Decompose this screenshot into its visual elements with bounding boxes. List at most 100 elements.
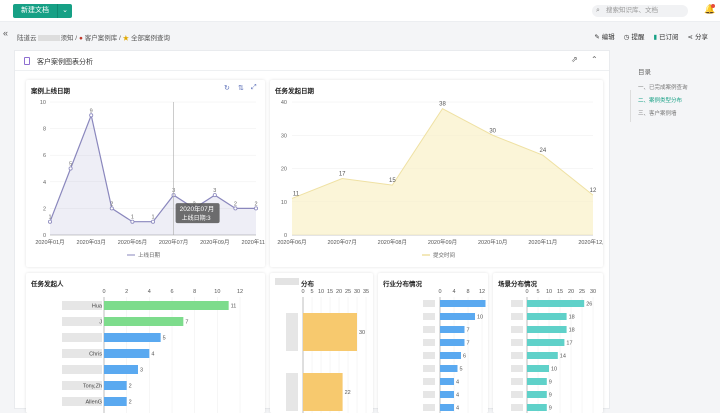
search-input[interactable]: ⌕ 搜索知识库、文档: [592, 5, 688, 17]
bar-value: 26: [586, 302, 592, 308]
bar-chart-scenario[interactable]: 0 5 10 15 20 25 30261818171410999: [493, 273, 603, 413]
bar: [303, 313, 357, 351]
bar: [440, 378, 454, 385]
bar: [104, 301, 229, 310]
new-doc-button[interactable]: 新建文档 ⌄: [13, 4, 72, 18]
share-button[interactable]: ⋖ 分享: [688, 31, 708, 41]
bar: [440, 300, 486, 307]
bar-value: 9: [549, 380, 552, 386]
search-placeholder: 搜索知识库、文档: [606, 7, 658, 14]
redacted-text: [37, 35, 60, 42]
data-label: 5: [69, 162, 72, 168]
x-tick-label: 2: [125, 289, 128, 295]
bar-value: 22: [345, 390, 351, 396]
x-tick-label: 10: [318, 289, 324, 295]
x-tick-label: 2020年07月: [159, 238, 188, 246]
x-tick-label: 2020年10月: [478, 238, 507, 246]
bar-value: 5: [460, 367, 463, 373]
bar: [527, 378, 547, 385]
bar-value: 10: [477, 315, 483, 321]
x-tick-label: 8: [193, 289, 196, 295]
bell-icon[interactable]: 🔔: [704, 4, 716, 17]
bar: [440, 313, 475, 320]
search-icon: ⌕: [596, 7, 600, 14]
x-tick-label: 2020年11月: [242, 238, 265, 246]
bar: [104, 365, 138, 374]
bar-value: 10: [551, 367, 557, 373]
redacted-label: [511, 326, 523, 333]
breadcrumb-item-1[interactable]: 须知 /: [61, 35, 78, 42]
chart-card-initiator: 任务发起人 0 2 4 6 8 10 12 11 Hua 7 J 5 4 Chris 3 2 Tony,Zh 2 A…: [26, 273, 265, 413]
bar: [527, 326, 567, 333]
section-title: 客户案例图表分析: [37, 59, 93, 66]
edit-button[interactable]: ✎ 编辑: [594, 31, 614, 41]
bar: [104, 333, 161, 342]
toc-item[interactable]: 三、客户案例墙: [638, 109, 677, 117]
breadcrumb: 陆道云 须知 / ● 客户案例库 / ★ 全部案例查询: [17, 32, 170, 42]
bar: [527, 365, 549, 372]
bar: [440, 404, 454, 411]
bar-chart-distribution[interactable]: 0 5 10 15 20 25 30 353022: [270, 273, 373, 413]
toc-item-active[interactable]: 二、案例类型分布: [638, 96, 682, 104]
bar: [303, 373, 343, 411]
bar-chart-industry[interactable]: 0481213107765444: [378, 273, 488, 413]
breadcrumb-item-2[interactable]: 客户案例库 /: [85, 35, 121, 42]
redacted-label: [511, 391, 523, 398]
x-tick-label: 2020年05月: [118, 238, 147, 246]
chevron-down-icon[interactable]: ⌄: [58, 4, 72, 18]
line-chart[interactable]: 0 2 4 6 8 10 2020年01月 2020年03月 2020年05月 2020年07月 2…: [26, 80, 265, 267]
data-label: 11: [293, 191, 300, 197]
redacted-label: [62, 365, 102, 374]
y-tick-label: 2: [43, 206, 46, 212]
redacted-label: [511, 313, 523, 320]
y-tick-label: 40: [281, 100, 287, 106]
redacted-label: [423, 391, 435, 398]
chart-card-task-date: 任务发起日期 0 10 20 30 40 2020年06月 2020年07月 2020年08月…: [270, 80, 603, 267]
data-label: 3: [213, 188, 216, 194]
y-tick-label: 8: [43, 127, 46, 133]
chart-section: 客户案例图表分析 ⇗ ⌃ 案例上线日期 ↻ ⇅ ⤢ 0 2 4 6 8 10 2020年01…: [14, 50, 610, 413]
area-chart[interactable]: 0 10 20 30 40 2020年06月 2020年07月 2020年08月 2020年09…: [270, 80, 603, 267]
chart-card-scenario: 场景分布情况 0 5 10 15 20 25 30 26 18 18 17 14 10 9 9 9: [493, 273, 603, 413]
breadcrumb-bar: « 陆道云 须知 / ● 客户案例库 / ★ 全部案例查询 ✎ 编辑 ◷ 提醒 ▮ 已订…: [0, 28, 720, 46]
new-doc-label[interactable]: 新建文档: [13, 4, 58, 18]
bar-value: 9: [549, 393, 552, 399]
toc-item[interactable]: 一、已完成案例查询: [638, 83, 688, 91]
collapse-sidebar-icon[interactable]: «: [3, 28, 8, 38]
x-tick-label: 10: [214, 289, 220, 295]
bar-value: 11: [231, 304, 237, 310]
redacted-label: [423, 313, 435, 320]
share-label: 分享: [695, 34, 708, 41]
breadcrumb-item-3[interactable]: 全部案例查询: [131, 35, 170, 42]
redacted-label: [511, 404, 523, 411]
y-tick-label: 10: [40, 100, 46, 106]
subscribed-button[interactable]: ▮ 已订阅: [653, 31, 678, 41]
x-tick-label: 2020年11月: [528, 238, 557, 246]
bar: [104, 317, 184, 326]
x-tick-label: 30: [590, 289, 596, 295]
open-external-icon[interactable]: ⇗: [571, 55, 578, 64]
x-tick-label: 35: [363, 289, 369, 295]
tooltip-value: 上线日期:3: [182, 214, 212, 222]
chevron-up-icon[interactable]: ⌃: [591, 55, 598, 64]
x-tick-label: 2020年06月: [277, 238, 306, 246]
x-tick-label: 0: [301, 289, 304, 295]
bar-value: 2: [129, 400, 132, 406]
x-tick-label: 0: [438, 289, 441, 295]
x-tick-label: 4: [452, 289, 455, 295]
remind-button[interactable]: ◷ 提醒: [624, 31, 645, 41]
redacted-label: [423, 300, 435, 307]
bar-value: 3: [140, 368, 143, 374]
breadcrumb-prefix[interactable]: 陆道云: [17, 35, 37, 42]
bar-chart-initiator[interactable]: 0 2 4 6 8 10 12 11 Hua 7 J 5 4 Chris 3 2 Tony,Zh 2 AllenG: [26, 273, 265, 413]
x-tick-label: 2020年03月: [77, 238, 106, 246]
x-tick-label: 2020年08月: [378, 238, 407, 246]
subscribed-label: 已订阅: [659, 34, 679, 41]
y-tick-label: 6: [43, 153, 46, 159]
bar: [440, 365, 458, 372]
data-label: 2: [234, 201, 237, 207]
x-tick-label: 2020年07月: [327, 238, 356, 246]
x-tick-label: 6: [170, 289, 173, 295]
data-label: 12: [590, 188, 597, 194]
bar: [104, 381, 127, 390]
